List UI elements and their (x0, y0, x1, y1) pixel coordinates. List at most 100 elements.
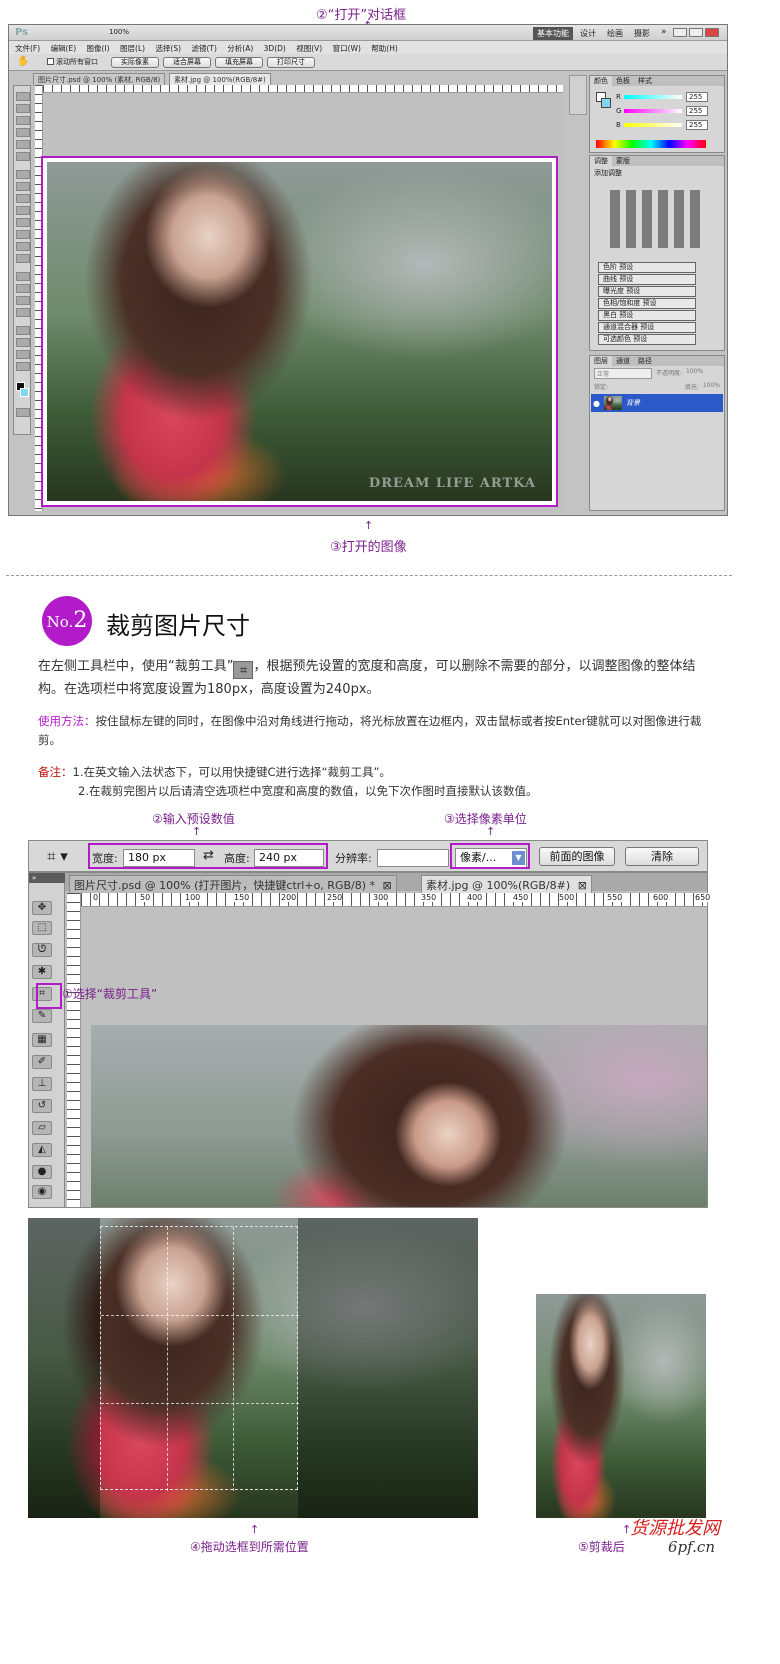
tab-styles[interactable]: 样式 (634, 76, 656, 86)
menu-3d[interactable]: 3D(D) (264, 44, 286, 53)
channel-b-slider[interactable] (624, 123, 682, 127)
blur-tool-icon[interactable] (16, 242, 30, 251)
preset-black-white[interactable]: 黑白 预设 (598, 310, 696, 321)
eyedropper-tool-icon[interactable] (16, 152, 30, 161)
preset-exposure[interactable]: 曝光度 预设 (598, 286, 696, 297)
doc-tab-jpg-bottom[interactable]: 素材.jpg @ 100%(RGB/8#) ⊠ (421, 875, 592, 894)
menu-view[interactable]: 视图(V) (296, 44, 322, 53)
blend-mode-select[interactable]: 正常 (594, 368, 652, 379)
crop-tool-preset-icon[interactable]: ⌗ ▾ (47, 847, 68, 865)
fit-screen-button[interactable]: 适合屏幕 (163, 57, 211, 68)
menu-edit[interactable]: 编辑(E) (51, 44, 77, 53)
menu-help[interactable]: 帮助(H) (371, 44, 398, 53)
minimize-icon[interactable] (673, 28, 687, 37)
menu-analysis[interactable]: 分析(A) (227, 44, 253, 53)
preset-hue-saturation[interactable]: 色相/饱和度 预设 (598, 298, 696, 309)
background-color-swatch[interactable] (20, 388, 29, 397)
tab-swatches[interactable]: 色板 (612, 76, 634, 86)
brush-tool-icon[interactable]: ✐ (32, 1055, 52, 1069)
menu-window[interactable]: 窗口(W) (333, 44, 361, 53)
marquee-tool-icon[interactable] (16, 104, 30, 113)
lasso-tool-icon[interactable] (16, 116, 30, 125)
doc-tab-psd-bottom[interactable]: 图片尺寸.psd @ 100% (打开图片，快捷键ctrl+o, RGB/8) … (69, 875, 397, 894)
history-brush-icon[interactable]: ↺ (32, 1099, 52, 1113)
hand-tool-icon[interactable]: ✋ (17, 56, 29, 67)
marquee-tool-icon[interactable]: ⬚ (32, 921, 52, 935)
crop-tool-icon[interactable] (16, 140, 30, 149)
tab-masks[interactable]: 蒙版 (612, 156, 634, 166)
gradient-tool-icon[interactable] (16, 230, 30, 239)
print-size-button[interactable]: 打印尺寸 (267, 57, 315, 68)
menu-file[interactable]: 文件(F) (15, 44, 40, 53)
pen-tool-icon[interactable] (16, 272, 30, 281)
fill-screen-button[interactable]: 填充屏幕 (215, 57, 263, 68)
menu-image[interactable]: 图像(I) (87, 44, 110, 53)
lasso-tool-icon[interactable]: ᘎ (32, 943, 52, 957)
tab-color[interactable]: 颜色 (590, 76, 612, 86)
preset-curves[interactable]: 曲线 预设 (598, 274, 696, 285)
layer-row-background[interactable]: ● 背景 (591, 394, 723, 412)
opacity-value[interactable]: 100% (686, 368, 703, 379)
front-image-button[interactable]: 前面的图像 (539, 847, 615, 866)
eraser-tool-icon[interactable]: ▱ (32, 1121, 52, 1135)
history-brush-icon[interactable] (16, 206, 30, 215)
magic-wand-tool-icon[interactable]: ✱ (32, 965, 52, 979)
channel-b-value[interactable]: 255 (686, 120, 708, 130)
menu-layer[interactable]: 图层(L) (120, 44, 145, 53)
tab-close-icon[interactable]: ⊠ (383, 879, 392, 892)
preset-channel-mixer[interactable]: 通道混合器 预设 (598, 322, 696, 333)
paint-bucket-icon[interactable]: ◭ (32, 1143, 52, 1157)
healing-tool-icon[interactable] (16, 170, 30, 179)
dodge-tool-icon[interactable] (16, 254, 30, 263)
scroll-all-checkbox[interactable] (47, 58, 54, 65)
clear-button[interactable]: 清除 (625, 847, 699, 866)
3d-rotate-icon[interactable] (16, 326, 30, 335)
hand-tool-icon[interactable] (16, 350, 30, 359)
3d-camera-icon[interactable] (16, 338, 30, 347)
tab-paths[interactable]: 路径 (634, 356, 656, 366)
channel-r-slider[interactable] (624, 95, 682, 99)
menu-filter[interactable]: 滤镜(T) (191, 44, 216, 53)
close-icon[interactable] (705, 28, 719, 37)
path-select-icon[interactable] (16, 296, 30, 305)
maximize-icon[interactable] (689, 28, 703, 37)
shape-tool-icon[interactable] (16, 308, 30, 317)
more-workspaces-icon[interactable]: » (657, 27, 671, 40)
healing-tool-icon[interactable]: ▦ (32, 1033, 52, 1047)
workspace-photography[interactable]: 摄影 (630, 27, 654, 40)
zoom-level[interactable]: 100% (109, 28, 129, 36)
crop-selection-box[interactable] (100, 1226, 299, 1491)
tab-close-icon[interactable]: ⊠ (578, 879, 587, 892)
menu-select[interactable]: 选择(S) (155, 44, 181, 53)
workspace-essentials[interactable]: 基本功能 (533, 27, 573, 40)
tab-adjustments[interactable]: 调整 (590, 156, 612, 166)
channel-g-slider[interactable] (624, 109, 682, 113)
channel-r-value[interactable]: 255 (686, 92, 708, 102)
color-spectrum[interactable] (596, 140, 706, 148)
color-bg-swatch[interactable] (601, 98, 611, 108)
zoom-tool-icon[interactable] (16, 362, 30, 371)
stamp-tool-icon[interactable]: ⊥ (32, 1077, 52, 1091)
brush-tool-icon[interactable] (16, 182, 30, 191)
channel-g-value[interactable]: 255 (686, 106, 708, 116)
blur-tool-icon[interactable]: ● (32, 1165, 52, 1179)
quick-mask-icon[interactable] (16, 408, 30, 417)
magic-wand-tool-icon[interactable] (16, 128, 30, 137)
dodge-tool-icon[interactable]: ◉ (32, 1185, 52, 1199)
preset-selective-color[interactable]: 可选颜色 预设 (598, 334, 696, 345)
workspace-design[interactable]: 设计 (576, 27, 600, 40)
tab-layers[interactable]: 图层 (590, 356, 612, 366)
fill-value[interactable]: 100% (703, 382, 720, 391)
actual-pixels-button[interactable]: 实际像素 (111, 57, 159, 68)
move-tool-icon[interactable] (16, 92, 30, 101)
eraser-tool-icon[interactable] (16, 218, 30, 227)
type-tool-icon[interactable] (16, 284, 30, 293)
tab-channels[interactable]: 通道 (612, 356, 634, 366)
visibility-eye-icon[interactable]: ● (593, 399, 600, 408)
move-tool-icon[interactable]: ✥ (32, 901, 52, 915)
resolution-input[interactable] (377, 849, 449, 867)
preset-levels[interactable]: 色阶 预设 (598, 262, 696, 273)
workspace-painting[interactable]: 绘画 (603, 27, 627, 40)
eyedropper-tool-icon[interactable]: ✎ (32, 1009, 52, 1023)
stamp-tool-icon[interactable] (16, 194, 30, 203)
